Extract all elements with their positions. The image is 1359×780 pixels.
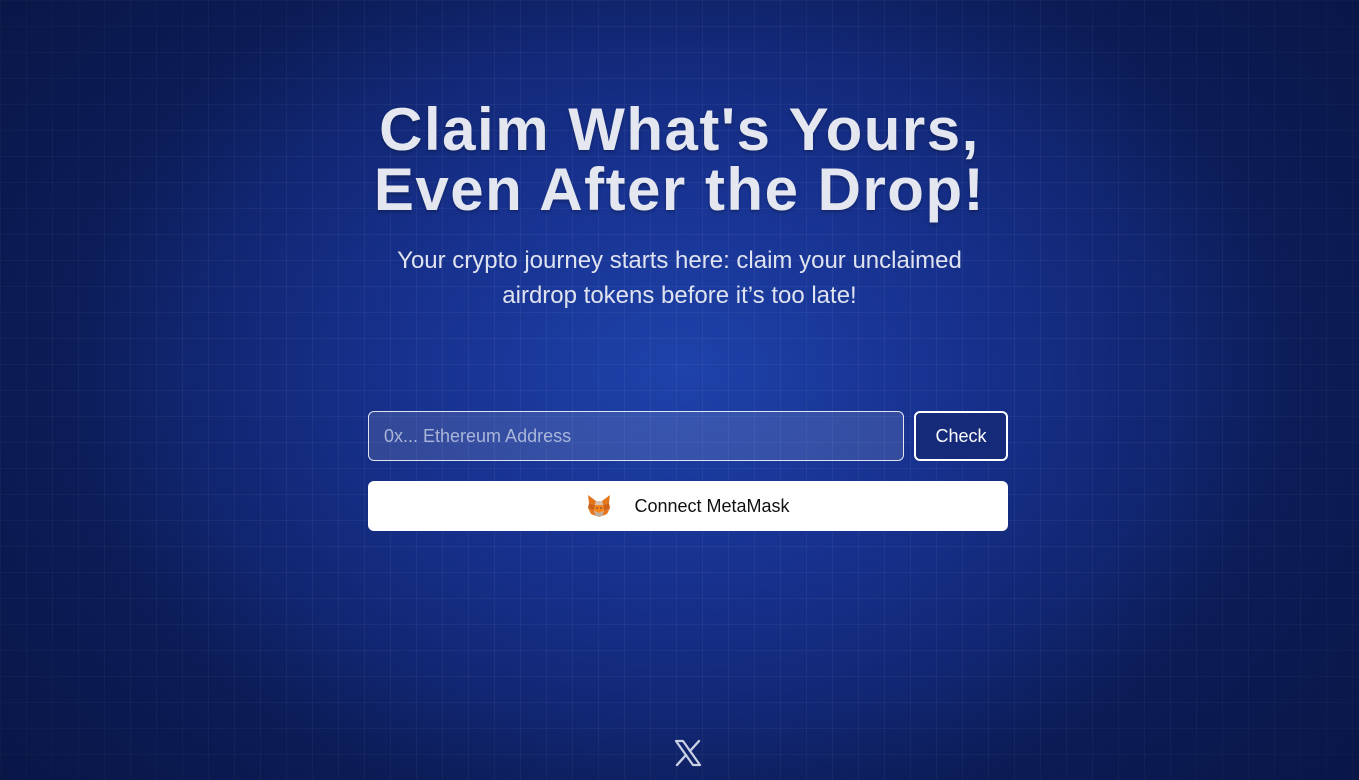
page-subtitle: Your crypto journey starts here: claim y… <box>397 247 962 309</box>
connect-metamask-label: Connect MetaMask <box>634 495 790 516</box>
ethereum-address-input[interactable] <box>368 411 904 461</box>
connect-metamask-button[interactable]: Connect MetaMask <box>368 481 1008 531</box>
page-headline: Claim What's Yours, Even After the Drop! <box>373 96 986 223</box>
hero-section: Claim What's Yours, Even After the Drop!… <box>0 100 1359 313</box>
x-social-link[interactable] <box>674 739 702 767</box>
address-check-form: Check <box>368 411 1008 461</box>
check-button[interactable]: Check <box>914 411 1008 461</box>
metamask-fox-icon <box>588 495 611 517</box>
x-logo-icon <box>674 739 702 767</box>
